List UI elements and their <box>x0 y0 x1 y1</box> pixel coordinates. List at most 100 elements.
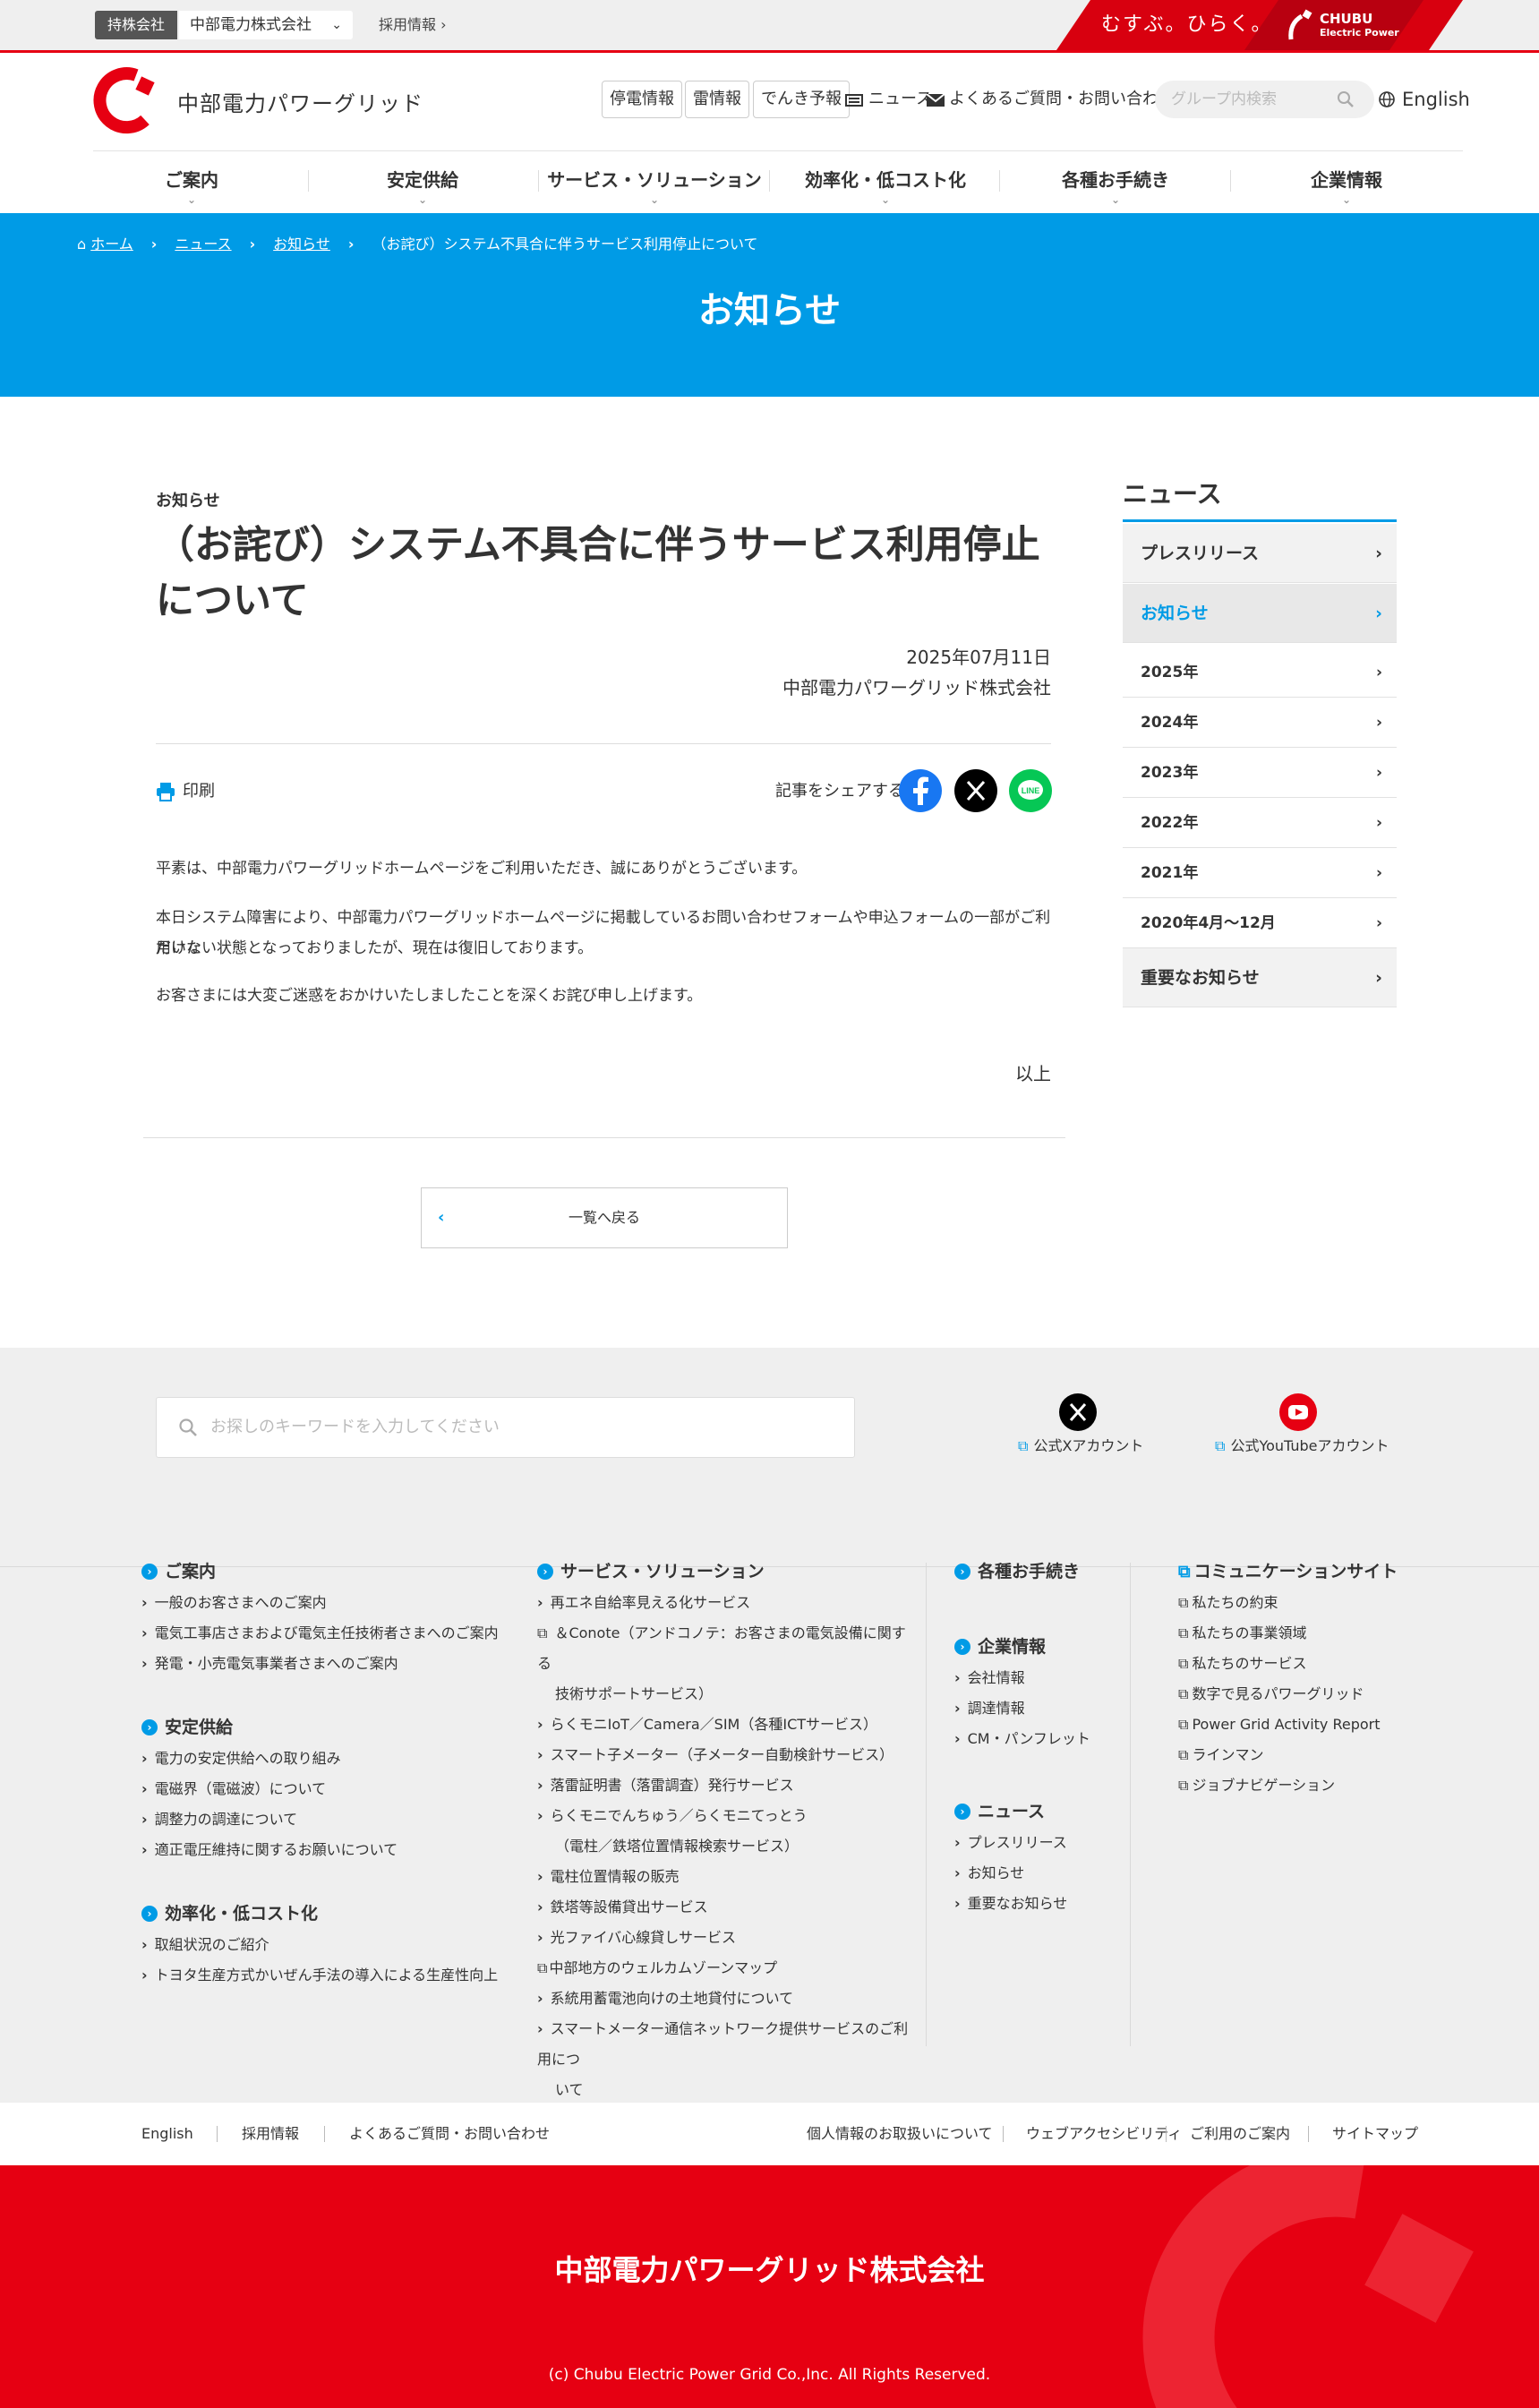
footer-link[interactable]: ⧉ 数字で見るパワーグリッド <box>1178 1679 1447 1710</box>
chevron-circle-icon: › <box>954 1564 970 1580</box>
electricity-forecast-button[interactable]: でんき予報 <box>753 81 850 118</box>
footer-faq-link[interactable]: よくあるご質問・お問い合わせ <box>349 2122 550 2146</box>
sidebar-item-notices[interactable]: お知らせ › <box>1123 584 1397 643</box>
footer-link[interactable]: › 発電・小売電気事業者さまへのご案内 <box>141 1649 517 1679</box>
footer-link-continued[interactable]: いて <box>537 2075 913 2105</box>
footer-link-continued[interactable]: （電柱／鉄塔位置情報検索サービス） <box>537 1831 913 1862</box>
footer-link[interactable]: › 落雷証明書（落雷調査）発行サービス <box>537 1770 913 1801</box>
chevron-right-icon: › <box>1375 604 1382 623</box>
site-logo-link[interactable] <box>93 66 161 134</box>
footer-link[interactable]: › 電柱位置情報の販売 <box>537 1862 913 1892</box>
footer-privacy-link[interactable]: 個人情報のお取扱いについて <box>807 2122 993 2146</box>
footer-link[interactable]: › 取組状況のご紹介 <box>141 1930 517 1960</box>
line-share-button[interactable]: LINE <box>1009 769 1052 812</box>
page-title: お知らせ <box>697 290 842 331</box>
footer-link[interactable]: › トヨタ生産方式かいぜん手法の導入による生産性向上 <box>141 1960 517 1991</box>
footer-head-procedures[interactable]: › 各種お手続き <box>954 1559 1116 1584</box>
chevron-right-icon: › <box>1375 864 1382 882</box>
footer-head-news[interactable]: › ニュース <box>954 1799 1116 1824</box>
footer-head-communication[interactable]: ⧉ コミュニケーションサイト <box>1178 1559 1447 1584</box>
footer-link-continued[interactable]: 技術サポートサービス） <box>537 1679 913 1710</box>
print-button[interactable]: 印刷 <box>156 779 215 804</box>
footer-link[interactable]: › 一般のお客さまへのご案内 <box>141 1588 517 1618</box>
breadcrumb-news[interactable]: ニュース <box>175 236 231 253</box>
sidebar-item-label: 重要なお知らせ <box>1141 968 1260 988</box>
footer-usage-link[interactable]: ご利用のご案内 <box>1190 2122 1290 2146</box>
chubu-logo-line1: CHUBU <box>1320 11 1373 27</box>
footer-link[interactable]: › 会社情報 <box>954 1663 1116 1693</box>
sidebar-item-press-release[interactable]: プレスリリース › <box>1123 524 1397 583</box>
nav-corporate[interactable]: 企業情報 ⌄ <box>1248 150 1445 213</box>
footer-link[interactable]: ⧉ ＆Conote（アンドコノテ：お客さまの電気設備に関する <box>537 1618 913 1679</box>
footer-link[interactable]: ⧉ ラインマン <box>1178 1740 1447 1770</box>
faq-contact-link[interactable]: よくあるご質問・お問い合わせ <box>949 81 1175 118</box>
footer-head-guide[interactable]: › ご案内 <box>141 1559 517 1584</box>
footer-link[interactable]: › お知らせ <box>954 1858 1116 1889</box>
x-account-link[interactable]: ⧉ 公式Xアカウント <box>1018 1435 1143 1457</box>
sidebar-item-2021[interactable]: 2021年 › <box>1123 848 1397 898</box>
facebook-share-button[interactable] <box>899 769 942 812</box>
footer-english-link[interactable]: English <box>141 2122 193 2146</box>
back-to-list-button[interactable]: ‹ 一覧へ戻る <box>421 1187 788 1248</box>
search-icon[interactable] <box>1338 91 1354 107</box>
footer-recruit-link[interactable]: 採用情報 <box>242 2122 299 2146</box>
footer-link[interactable]: › 調達情報 <box>954 1693 1116 1724</box>
footer-link[interactable]: ⧉ 私たちの事業領域 <box>1178 1618 1447 1649</box>
sidebar-item-2023[interactable]: 2023年 › <box>1123 748 1397 798</box>
nav-efficiency[interactable]: 効率化・低コスト化 ⌄ <box>778 150 993 213</box>
sidebar-item-2025[interactable]: 2025年 › <box>1123 647 1397 698</box>
footer-accessibility-link[interactable]: ウェブアクセシビリティ <box>1026 2122 1182 2146</box>
footer-link[interactable]: ⧉ 私たちのサービス <box>1178 1649 1447 1679</box>
footer-link[interactable]: › らくモニIoT／Camera／SIM（各種ICTサービス） <box>537 1710 913 1740</box>
footer-link[interactable]: ⧉ 私たちの約束 <box>1178 1588 1447 1618</box>
footer-link[interactable]: › プレスリリース <box>954 1828 1116 1858</box>
nav-procedures[interactable]: 各種お手続き ⌄ <box>1017 150 1214 213</box>
footer-link[interactable]: ⧉ ジョブナビゲーション <box>1178 1770 1447 1801</box>
footer-link[interactable]: › 重要なお知らせ <box>954 1889 1116 1919</box>
footer-link[interactable]: › 電力の安定供給への取り組み <box>141 1744 517 1774</box>
breadcrumb-home[interactable]: ホーム <box>90 236 133 253</box>
footer-link[interactable]: › 適正電圧維持に関するお願いについて <box>141 1835 517 1865</box>
footer-link[interactable]: › らくモニでんちゅう／らくモニてっとう <box>537 1801 913 1831</box>
youtube-account-link[interactable]: ⧉ 公式YouTubeアカウント <box>1215 1435 1389 1457</box>
footer-search-input[interactable]: お探しのキーワードを入力してください <box>156 1397 855 1458</box>
nav-stable-supply[interactable]: 安定供給 ⌄ <box>324 150 521 213</box>
lightning-info-button[interactable]: 雷情報 <box>685 81 749 118</box>
news-link[interactable]: ニュース <box>868 81 932 118</box>
footer-head-stable-supply[interactable]: › 安定供給 <box>141 1715 517 1740</box>
footer-link[interactable]: › 再エネ自給率見える化サービス <box>537 1588 913 1618</box>
footer-sitemap-link[interactable]: サイトマップ <box>1332 2122 1418 2146</box>
sidebar-item-label: お知らせ <box>1141 604 1209 623</box>
footer-link[interactable]: › スマートメーター通信ネットワーク提供サービスのご利用につ <box>537 2014 913 2075</box>
footer-link[interactable]: › 光ファイバ心線貸しサービス <box>537 1923 913 1953</box>
sidebar-item-2024[interactable]: 2024年 › <box>1123 698 1397 748</box>
english-link[interactable]: English <box>1379 81 1470 118</box>
breadcrumb-notices[interactable]: お知らせ <box>273 236 330 253</box>
footer-link[interactable]: › 電気工事店さまおよび電気主任技術者さまへのご案内 <box>141 1618 517 1649</box>
sidebar-item-important[interactable]: 重要なお知らせ › <box>1123 948 1397 1007</box>
sidebar-item-2020[interactable]: 2020年4月～12月 › <box>1123 898 1397 948</box>
recruit-link[interactable]: 採用情報 › <box>379 11 447 39</box>
footer-link[interactable]: › 系統用蓄電池向けの土地貸付について <box>537 1984 913 2014</box>
nav-separator <box>308 170 309 192</box>
footer-link[interactable]: › スマート子メーター（子メーター自動検針サービス） <box>537 1740 913 1770</box>
nav-services[interactable]: サービス・ソリューション ⌄ <box>547 150 762 213</box>
nav-guide[interactable]: ご案内 ⌄ <box>93 150 290 213</box>
footer-head-corporate[interactable]: › 企業情報 <box>954 1634 1116 1659</box>
footer-head-efficiency[interactable]: › 効率化・低コスト化 <box>141 1901 517 1926</box>
footer-head-label: コミュニケーションサイト <box>1193 1562 1398 1581</box>
recruit-link-label: 採用情報 <box>379 16 437 33</box>
sidebar-item-2022[interactable]: 2022年 › <box>1123 798 1397 848</box>
article-paragraph-1: 平素は、中部電力パワーグリッドホームページをご利用いただき、誠にありがとうござい… <box>156 860 808 878</box>
chevron-right-icon: › <box>537 2020 543 2037</box>
x-share-button[interactable] <box>954 769 997 812</box>
footer-link[interactable]: › 調整力の調達について <box>141 1804 517 1835</box>
outage-info-button[interactable]: 停電情報 <box>602 81 682 118</box>
footer-link[interactable]: ⧉ Power Grid Activity Report <box>1178 1710 1447 1740</box>
footer-head-services[interactable]: › サービス・ソリューション <box>537 1559 913 1584</box>
footer-link[interactable]: › 電磁界（電磁波）について <box>141 1774 517 1804</box>
footer-link[interactable]: › CM・パンフレット <box>954 1724 1116 1754</box>
footer-link[interactable]: ⧉ 中部地方のウェルカムゾーンマップ <box>537 1953 913 1984</box>
holding-company-select[interactable]: 中部電力株式会社 ⌄ <box>179 11 353 39</box>
footer-link[interactable]: › 鉄塔等設備貸出サービス <box>537 1892 913 1923</box>
